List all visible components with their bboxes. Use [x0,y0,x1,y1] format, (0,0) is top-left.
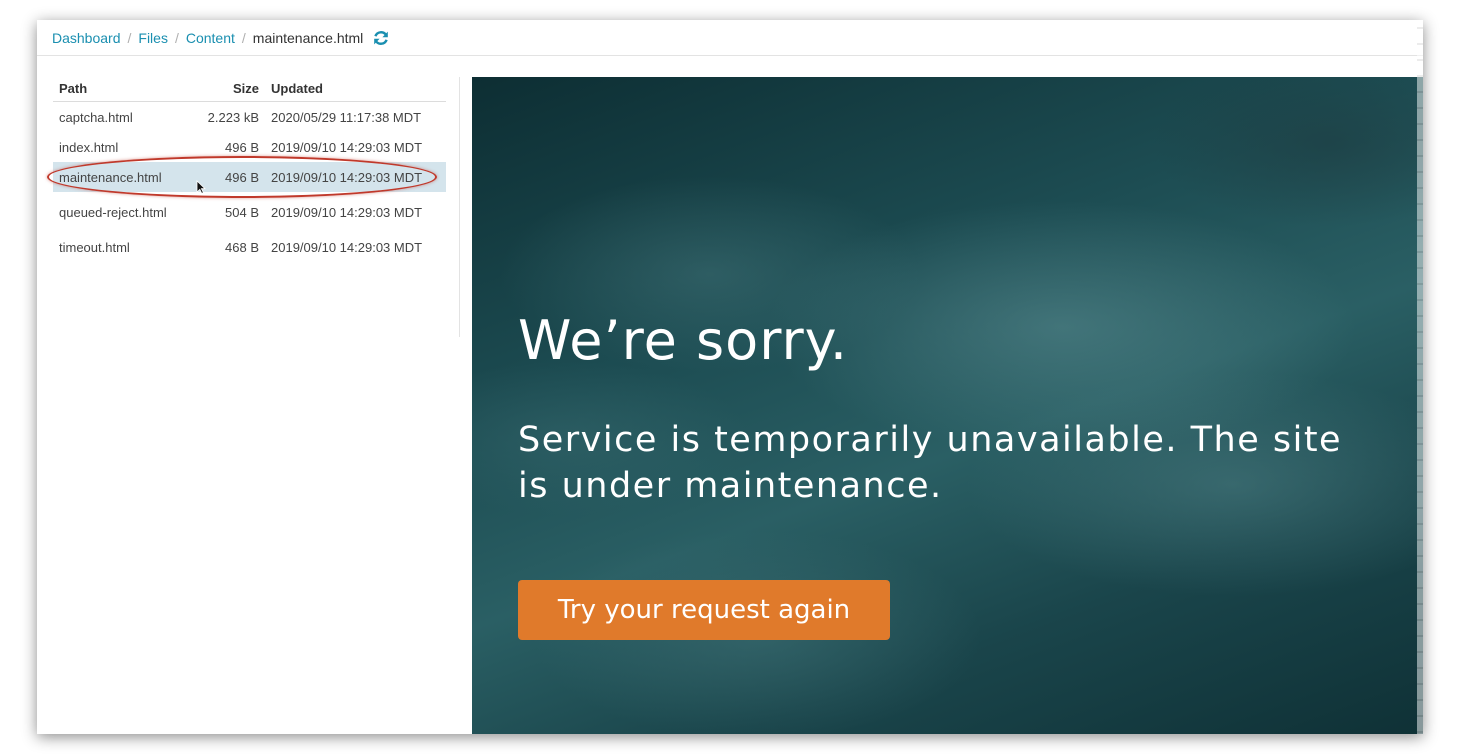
file-path: timeout.html [59,239,130,255]
file-size: 468 B [225,239,259,255]
breadcrumb: Dashboard / Files / Content / maintenanc… [52,26,390,50]
column-header-size[interactable]: Size [191,75,265,102]
table-row-selected[interactable]: maintenance.html 496 B 2019/09/10 14:29:… [53,162,446,192]
breadcrumb-separator: / [127,30,132,46]
file-updated: 2019/09/10 14:29:03 MDT [271,204,423,220]
file-size: 504 B [225,204,259,220]
column-header-path[interactable]: Path [53,75,191,102]
file-path: captcha.html [59,109,133,125]
file-updated: 2020/05/29 11:17:38 MDT [271,109,422,125]
column-header-updated[interactable]: Updated [265,75,446,102]
mouse-pointer-icon [196,180,206,194]
breadcrumb-content[interactable]: Content [186,30,235,46]
panel-divider [459,77,460,337]
breadcrumb-separator: / [174,30,179,46]
file-path: queued-reject.html [59,204,167,220]
preview-heading: We’re sorry. [518,309,849,372]
breadcrumb-dashboard[interactable]: Dashboard [52,30,121,46]
file-updated: 2019/09/10 14:29:03 MDT [271,239,423,255]
header-divider [37,55,1423,56]
app-window: Dashboard / Files / Content / maintenanc… [37,20,1423,734]
table-header-row: Path Size Updated [53,75,446,102]
table-row[interactable]: captcha.html 2.223 kB 2020/05/29 11:17:3… [53,102,446,133]
table-row[interactable]: queued-reject.html 504 B 2019/09/10 14:2… [53,192,446,232]
maintenance-page-preview: We’re sorry. Service is temporarily unav… [472,77,1423,734]
refresh-icon[interactable] [372,29,390,47]
try-again-button[interactable]: Try your request again [518,580,890,640]
breadcrumb-files[interactable]: Files [138,30,168,46]
breadcrumb-current: maintenance.html [252,30,364,46]
file-updated: 2019/09/10 14:29:03 MDT [265,162,446,192]
table-row[interactable]: timeout.html 468 B 2019/09/10 14:29:03 M… [53,232,446,262]
file-path: maintenance.html [53,162,191,192]
table-row[interactable]: index.html 496 B 2019/09/10 14:29:03 MDT [53,132,446,162]
preview-message: Service is temporarily unavailable. The … [518,420,1343,506]
file-path: index.html [59,139,119,155]
breadcrumb-separator: / [241,30,246,46]
file-table: Path Size Updated captcha.html 2.223 kB … [53,75,446,262]
file-size: 2.223 kB [207,109,259,125]
file-updated: 2019/09/10 14:29:03 MDT [271,139,423,155]
file-size: 496 B [225,139,259,155]
